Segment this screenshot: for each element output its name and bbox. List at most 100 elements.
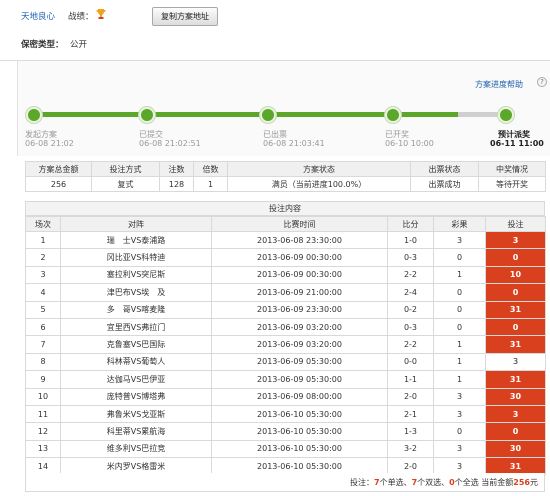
match-number: 10 <box>25 387 61 406</box>
match-score: 2-2 <box>387 265 434 285</box>
summary-cell: 256 <box>25 176 92 192</box>
match-teams: 科林蒂VS葡萄人 <box>60 352 212 372</box>
match-teams: 克鲁塞VS巴国际 <box>60 335 212 354</box>
step-time: 06-11 11:00 <box>490 139 544 148</box>
progress-step-dot <box>498 107 514 123</box>
match-time: 2013-06-09 03:20:00 <box>211 335 388 354</box>
bets-header: 投注 <box>485 216 546 232</box>
summary-header: 方案总金额 <box>25 161 92 177</box>
match-number: 5 <box>25 300 61 319</box>
bet-pick: 31 <box>485 300 546 319</box>
match-score: 3-2 <box>387 439 434 459</box>
step-time: 06-08 21:02 <box>25 139 74 148</box>
match-teams: 塞拉利VS突尼斯 <box>60 265 212 285</box>
single-suffix: 个单选、 <box>379 478 412 487</box>
secret-type-label: 保密类型： <box>21 40 64 50</box>
table-row: 2 冈比亚VS科特迪 2013-06-09 00:30:00 0-3 0 0 <box>25 248 546 267</box>
match-result: 3 <box>433 439 486 459</box>
summary-cell: 128 <box>159 176 194 192</box>
match-score: 2-4 <box>387 283 434 302</box>
table-row: 1瑞 士VS泰浦路 2013-06-08 23:30:00 1-0 3 3 <box>25 230 546 250</box>
bet-pick: 0 <box>485 422 546 441</box>
secret-type-value: 公开 <box>70 40 88 50</box>
summary-header: 方案状态 <box>227 161 411 177</box>
user-name-link[interactable]: 天地良心 <box>21 10 55 22</box>
match-score: 0-3 <box>387 248 434 267</box>
match-result: 0 <box>433 248 486 267</box>
match-time: 2013-06-09 08:00:00 <box>211 387 388 406</box>
bet-content-title: 投注内容 <box>25 201 545 216</box>
progress-step-dot <box>385 107 401 123</box>
match-score: 0-2 <box>387 300 434 319</box>
table-row: 9 达伽马VS巴伊亚 2013-06-09 05:30:00 1-1 1 31 <box>25 370 546 389</box>
summary-header: 中奖情况 <box>478 161 546 177</box>
match-time: 2013-06-08 23:30:00 <box>211 230 388 250</box>
match-result: 3 <box>433 387 486 406</box>
summary-header: 投注方式 <box>91 161 160 177</box>
bet-pick: 30 <box>485 387 546 406</box>
summary-cell: 出票成功 <box>410 176 479 192</box>
match-number: 3 <box>25 265 61 285</box>
bet-pick: 0 <box>485 248 546 267</box>
summary-cell: 复式 <box>91 176 160 192</box>
summary-header: 注数 <box>159 161 194 177</box>
match-result: 0 <box>433 317 486 337</box>
match-time: 2013-06-10 05:30:00 <box>211 404 388 424</box>
full-suffix: 个全选 当前金额 <box>454 478 514 487</box>
table-row: 11 弗鲁米VS戈亚斯 2013-06-10 05:30:00 2-1 3 3 <box>25 404 546 424</box>
bet-pick: 10 <box>485 265 546 285</box>
bet-pick: 3 <box>485 404 546 424</box>
match-time: 2013-06-09 05:30:00 <box>211 370 388 389</box>
table-row: 13 维多利VS巴拉竞 2013-06-10 05:30:00 3-2 3 30 <box>25 439 546 459</box>
bet-pick: 31 <box>485 335 546 354</box>
match-number: 1 <box>25 230 61 250</box>
progress-step-dot <box>260 107 276 123</box>
summary-cell: 1 <box>193 176 228 192</box>
match-time: 2013-06-09 23:30:00 <box>211 300 388 319</box>
match-teams: 瑞 士VS泰浦路 <box>60 230 212 250</box>
table-row: 10 庞特普VS博塔弗 2013-06-09 08:00:00 2-0 3 30 <box>25 387 546 406</box>
bet-content-table: 场次 对阵 比赛时间 比分 彩果 投注 1瑞 士VS泰浦路 2013-06-08 … <box>25 216 546 476</box>
match-number: 13 <box>25 439 61 459</box>
match-score: 2-1 <box>387 404 434 424</box>
match-teams: 津巴布VS埃 及 <box>60 283 212 302</box>
match-score: 0-3 <box>387 317 434 337</box>
summary-header: 出票状态 <box>410 161 479 177</box>
plan-summary-table: 方案总金额 投注方式 注数 倍数 方案状态 出票状态 中奖情况 256 复式 1… <box>25 161 546 192</box>
footer-prefix: 投注： <box>350 478 375 487</box>
match-result: 3 <box>433 230 486 250</box>
progress-step-dot <box>26 107 42 123</box>
match-result: 0 <box>433 300 486 319</box>
copy-plan-url-button[interactable]: 复制方案地址 <box>152 7 218 26</box>
table-row: 6 宜里西VS弗拉门 2013-06-09 03:20:00 0-3 0 0 <box>25 317 546 337</box>
match-result: 1 <box>433 335 486 354</box>
match-score: 2-0 <box>387 387 434 406</box>
progress-help-link[interactable]: 方案进度帮助 <box>475 79 523 90</box>
top-bar: 天地良心 战绩： 复制方案地址 <box>0 0 550 34</box>
match-score: 1-0 <box>387 230 434 250</box>
match-number: 12 <box>25 422 61 441</box>
bets-header: 比赛时间 <box>211 216 388 232</box>
table-row: 12 科里蒂VS累航海 2013-06-10 05:30:00 1-3 0 0 <box>25 422 546 441</box>
bet-pick: 31 <box>485 370 546 389</box>
help-icon[interactable]: ? <box>537 77 547 87</box>
bet-pick: 3 <box>485 230 546 250</box>
match-number: 4 <box>25 283 61 302</box>
match-result: 0 <box>433 422 486 441</box>
match-result: 1 <box>433 352 486 372</box>
match-teams: 维多利VS巴拉竞 <box>60 439 212 459</box>
bets-header: 场次 <box>25 216 61 232</box>
bet-pick: 0 <box>485 283 546 302</box>
bets-header: 对阵 <box>60 216 212 232</box>
bet-pick: 3 <box>485 352 546 372</box>
match-time: 2013-06-09 00:30:00 <box>211 248 388 267</box>
match-teams: 庞特普VS博塔弗 <box>60 387 212 406</box>
match-number: 9 <box>25 370 61 389</box>
match-number: 8 <box>25 352 61 372</box>
match-score: 2-2 <box>387 335 434 354</box>
match-number: 6 <box>25 317 61 337</box>
bet-summary-footer: 投注：7个单选、7个双选、0个全选 当前金额256元 <box>25 473 545 492</box>
match-teams: 多 哥VS喀麦隆 <box>60 300 212 319</box>
summary-header: 倍数 <box>193 161 228 177</box>
match-score: 1-3 <box>387 422 434 441</box>
